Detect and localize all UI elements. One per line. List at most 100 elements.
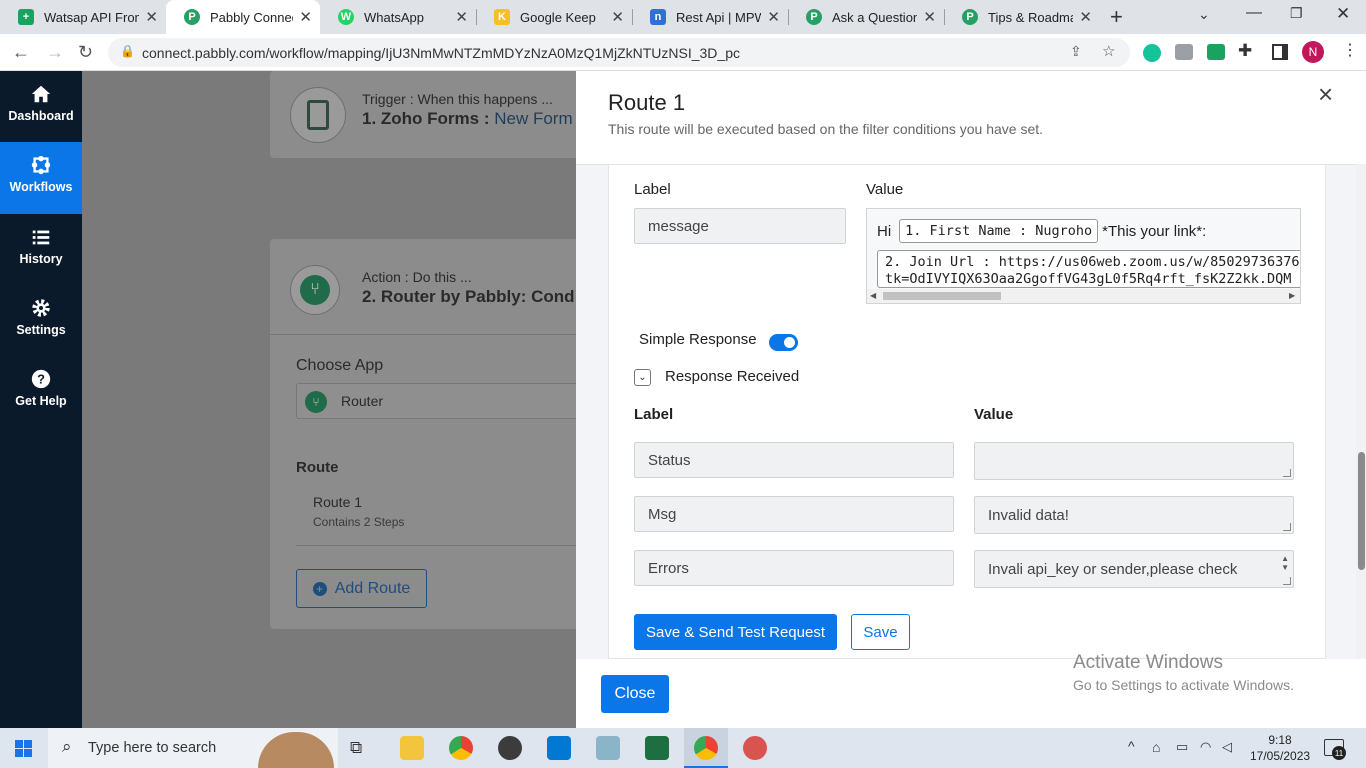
forward-icon[interactable]: → [46, 42, 64, 63]
close-tab-icon[interactable]: ✕ [923, 8, 936, 26]
window-close-icon[interactable]: ✕ [1336, 4, 1350, 24]
sidebar-item-workflows[interactable]: Workflows [0, 142, 82, 214]
response-value-field[interactable]: Invali api_key or sender,please check ▲ ▼ [974, 550, 1294, 588]
response-value-field[interactable] [974, 442, 1294, 480]
excel-icon[interactable] [645, 736, 669, 760]
share-icon[interactable]: ⇪ [1070, 43, 1082, 60]
scroll-left-icon[interactable]: ◀ [870, 291, 876, 300]
chrome-profile-icon[interactable] [498, 736, 522, 760]
file-explorer-icon[interactable] [400, 736, 424, 760]
modal-scrollbar[interactable] [1356, 164, 1366, 658]
task-view-icon[interactable]: ⧉ [350, 738, 362, 758]
mapped-field-chip[interactable]: 1. First Name : Nugroho [899, 219, 1099, 243]
battery-icon[interactable]: ▭ [1176, 739, 1188, 755]
browser-tab[interactable]: P Ask a Question | ✕ [788, 0, 944, 34]
browser-tab-active[interactable]: P Pabbly Connect ✕ [166, 0, 320, 34]
route-list-item[interactable]: Route 1 Contains 2 Steps [296, 486, 576, 546]
close-tab-icon[interactable]: ✕ [611, 8, 624, 26]
camera-extension-icon[interactable] [1175, 44, 1193, 60]
scroll-thumb[interactable] [1358, 452, 1365, 570]
trigger-card[interactable]: Trigger : When this happens ... 1. Zoho … [270, 71, 576, 158]
message-value-field[interactable]: Hi 1. First Name : Nugroho *This your li… [866, 208, 1301, 304]
chevron-down-icon[interactable]: ⌄ [634, 369, 651, 386]
scroll-right-icon[interactable]: ▶ [1289, 291, 1295, 300]
trigger-event: New Form [494, 109, 573, 128]
choose-app-label: Choose App [296, 357, 384, 374]
bookmark-star-icon[interactable]: ☆ [1102, 42, 1115, 60]
wifi-icon[interactable]: ◠ [1200, 739, 1211, 755]
sidepanel-icon[interactable] [1272, 44, 1288, 60]
media-extension-icon[interactable] [1207, 44, 1225, 60]
close-tab-icon[interactable]: ✕ [299, 8, 312, 26]
save-send-test-button[interactable]: Save & Send Test Request [634, 614, 837, 650]
browser-menu-icon[interactable]: ⋮ [1342, 40, 1358, 60]
sidebar-item-get-help[interactable]: ? Get Help [0, 356, 82, 427]
chrome-active-icon[interactable] [694, 736, 718, 760]
grammarly-extension-icon[interactable] [1143, 44, 1161, 62]
resize-handle-icon[interactable] [1283, 523, 1291, 531]
resize-handle-icon[interactable] [1283, 577, 1291, 585]
history-icon [32, 230, 50, 245]
scroll-thumb[interactable] [883, 292, 1001, 300]
label-header: Label [634, 181, 671, 198]
modal-close-icon[interactable]: × [1318, 79, 1333, 110]
chip-line: 2. Join Url : https://us06web.zoom.us/w/… [885, 254, 1301, 270]
tray-chevron-icon[interactable]: ^ [1128, 738, 1135, 754]
sidebar-item-dashboard[interactable]: Dashboard [0, 71, 82, 142]
app-icon[interactable] [743, 736, 767, 760]
textarea-spinner-icon[interactable]: ▲ ▼ [1281, 554, 1289, 572]
close-button[interactable]: Close [601, 675, 669, 713]
resize-handle-icon[interactable] [1283, 469, 1291, 477]
browser-tab[interactable]: n Rest Api | MPWA ✕ [632, 0, 788, 34]
browser-tab[interactable]: + Watsap API From ✕ [0, 0, 166, 34]
close-tab-icon[interactable]: ✕ [145, 8, 158, 26]
zoho-forms-logo-icon [290, 87, 346, 143]
sidebar-item-label: Dashboard [8, 109, 74, 123]
taskbar-search-box[interactable]: ⌕ Type here to search [48, 728, 338, 768]
vscode-icon[interactable] [547, 736, 571, 760]
add-route-button[interactable]: + Add Route [296, 569, 427, 608]
response-value-field[interactable]: Invalid data! [974, 496, 1294, 534]
sidebar-item-history[interactable]: History [0, 214, 82, 285]
horizontal-scrollbar[interactable]: ◀ ▶ [867, 289, 1300, 303]
volume-icon[interactable]: ◁ [1222, 739, 1232, 755]
restore-icon[interactable]: ❐ [1290, 5, 1303, 22]
notepad-icon[interactable] [596, 736, 620, 760]
trigger-caption: Trigger : When this happens ... [362, 91, 553, 107]
browser-tab[interactable]: P Tips & Roadmap ✕ [944, 0, 1100, 34]
minimize-icon[interactable]: — [1246, 4, 1262, 22]
response-label-field[interactable]: Msg [634, 496, 954, 532]
chrome-icon[interactable] [449, 736, 473, 760]
back-icon[interactable]: ← [12, 42, 30, 63]
windows-start-icon[interactable] [15, 740, 32, 757]
simple-response-toggle[interactable] [769, 334, 798, 351]
profile-avatar[interactable]: N [1302, 41, 1324, 63]
sidebar-item-settings[interactable]: Settings [0, 285, 82, 356]
notification-center-icon[interactable]: 11 [1324, 739, 1346, 760]
toggle-knob [784, 337, 795, 348]
reload-icon[interactable]: ↻ [78, 42, 93, 63]
extensions-puzzle-icon[interactable]: ✚ [1238, 41, 1252, 61]
clock[interactable]: 9:18 17/05/2023 [1250, 732, 1310, 764]
tab-search-chevron-icon[interactable]: ⌄ [1198, 6, 1210, 23]
choose-app-value: Router [341, 393, 384, 409]
new-tab-button[interactable]: + [1110, 4, 1123, 30]
modal-title: Route 1 [608, 90, 686, 115]
close-tab-icon[interactable]: ✕ [1079, 8, 1092, 26]
message-label-field[interactable]: message [634, 208, 846, 244]
close-tab-icon[interactable]: ✕ [767, 8, 780, 26]
response-label-field[interactable]: Errors [634, 550, 954, 586]
chip-line: tk=OdIVYIQX63Oaa2GgoffVG43gL0f5Rq4rft_fs… [885, 271, 1292, 287]
response-received-toggle[interactable]: Response Received [665, 368, 799, 385]
plus-circle-icon: + [312, 581, 327, 596]
network-device-icon[interactable]: ⌂ [1152, 739, 1160, 755]
url-bar[interactable]: 🔒 connect.pabbly.com/workflow/mapping/Ij… [108, 38, 1130, 67]
save-button[interactable]: Save [851, 614, 910, 650]
mapped-field-chip[interactable]: 2. Join Url : https://us06web.zoom.us/w/… [877, 250, 1301, 288]
browser-tab[interactable]: K Google Keep ✕ [476, 0, 632, 34]
response-label-field[interactable]: Status [634, 442, 954, 478]
choose-app-select[interactable]: ⑂ Router [296, 383, 576, 419]
action-title: 2. Router by Pabbly: Cond [362, 287, 575, 306]
browser-tab[interactable]: W WhatsApp ✕ [320, 0, 476, 34]
close-tab-icon[interactable]: ✕ [455, 8, 468, 26]
